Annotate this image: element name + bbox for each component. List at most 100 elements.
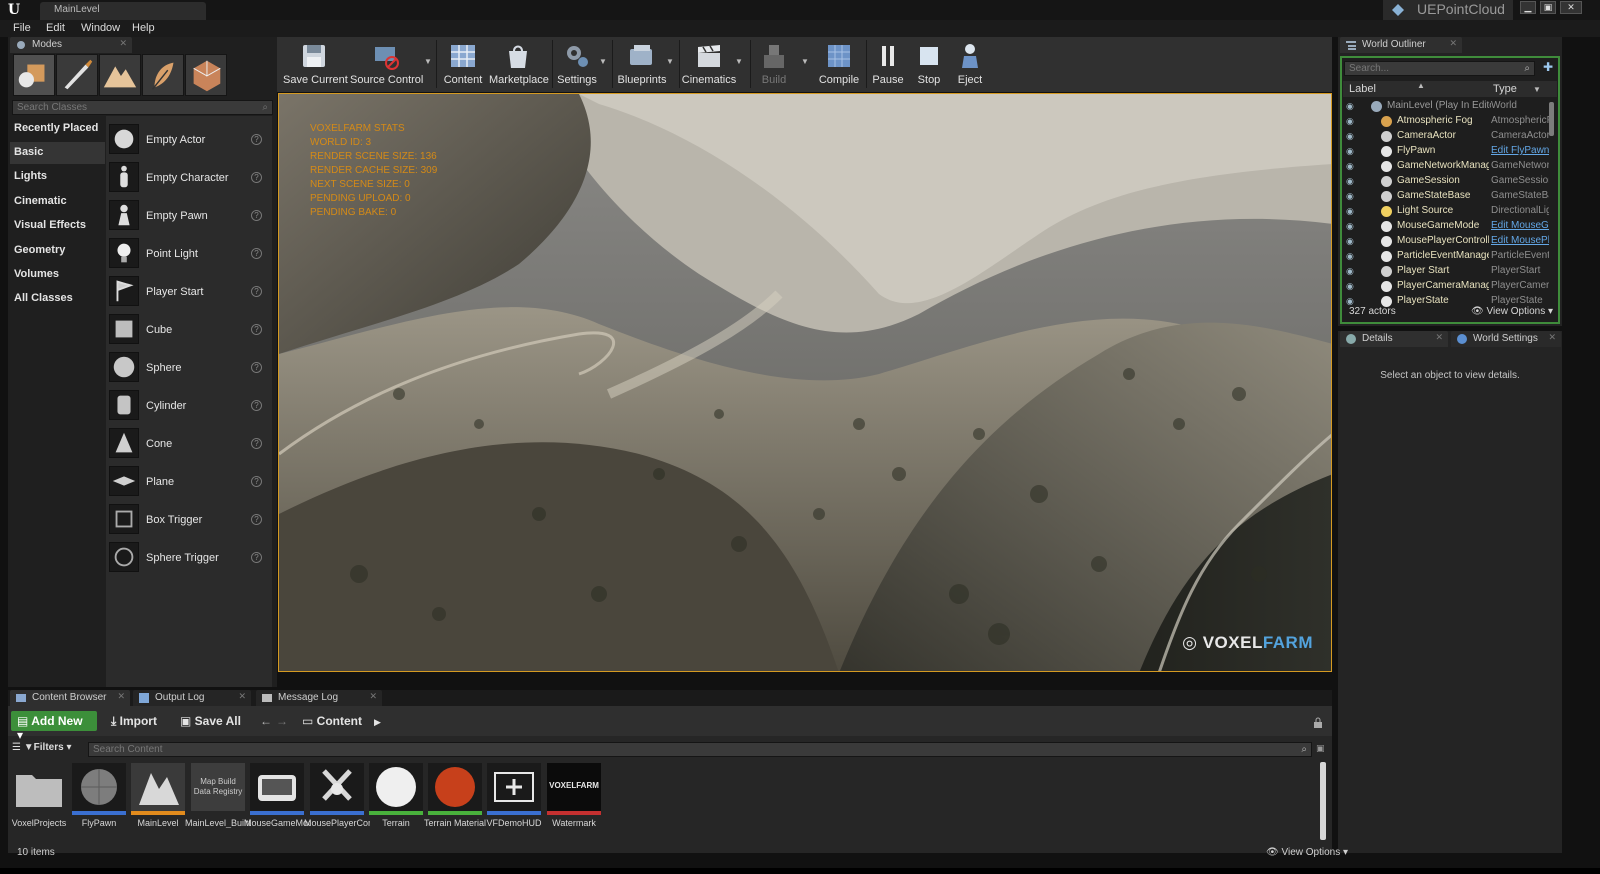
search-classes-input[interactable]: Search Classes ⌕ — [12, 100, 273, 115]
help-icon[interactable]: ? — [251, 438, 262, 449]
world-settings-tab[interactable]: World Settings ✕ — [1451, 331, 1561, 347]
maximize-button[interactable]: ▣ — [1540, 1, 1556, 14]
asset-tile[interactable]: VoxelProjects — [12, 763, 66, 835]
build-dropdown-icon[interactable]: ▼ — [801, 57, 809, 66]
paint-mode-button[interactable] — [56, 54, 98, 96]
asset-tile[interactable]: Map Build Data Registry MainLevel_BuiltDa… — [185, 763, 251, 835]
tab-output-log[interactable]: Output Log ✕ — [133, 690, 251, 706]
visibility-eye-icon[interactable]: ◉ — [1346, 236, 1354, 247]
outliner-row[interactable]: ◉ GameStateBase GameStateBase — [1343, 189, 1549, 204]
class-item-empty-actor[interactable]: Empty Actor ? — [106, 121, 272, 159]
cinematics-button[interactable]: Cinematics — [681, 39, 737, 89]
compile-button[interactable]: Compile — [814, 39, 864, 89]
class-item-plane[interactable]: Plane ? — [106, 463, 272, 501]
outliner-row[interactable]: ◉ Light Source DirectionalLight — [1343, 204, 1549, 219]
category-lights[interactable]: Lights — [10, 166, 105, 188]
help-icon[interactable]: ? — [251, 476, 262, 487]
modes-tab[interactable]: Modes ✕ — [10, 37, 132, 53]
help-icon[interactable]: ? — [251, 514, 262, 525]
source-control-button[interactable]: Source Control — [350, 39, 423, 89]
close-tab-icon[interactable]: ✕ — [117, 691, 125, 702]
class-item-cylinder[interactable]: Cylinder ? — [106, 387, 272, 425]
content-button[interactable]: Content — [441, 39, 485, 89]
tab-content-browser[interactable]: Content Browser ✕ — [10, 690, 130, 706]
import-button[interactable]: ⤓ Import — [107, 711, 161, 731]
help-icon[interactable]: ? — [251, 552, 262, 563]
category-visual-effects[interactable]: Visual Effects — [10, 215, 105, 237]
source-panel-toggle-icon[interactable]: ☰ — [12, 742, 24, 753]
asset-tile[interactable]: Terrain — [369, 763, 423, 835]
landscape-mode-button[interactable] — [99, 54, 141, 96]
path-content-breadcrumb[interactable]: ▭ Content — [298, 711, 366, 731]
outliner-row[interactable]: ◉ PlayerCameraManagerPlayerCameraManager — [1343, 279, 1549, 294]
lock-icon[interactable] — [1313, 717, 1323, 732]
search-content-input[interactable]: Search Content ⌕ — [88, 742, 1312, 757]
path-chevron-icon[interactable]: ▶ — [370, 714, 385, 734]
edit-blueprint-link[interactable]: Edit MouseGameMode — [1491, 220, 1549, 231]
visibility-eye-icon[interactable]: ◉ — [1346, 281, 1354, 292]
asset-tile[interactable]: MainLevel — [131, 763, 185, 835]
settings-button[interactable]: Settings — [555, 39, 599, 89]
class-item-cube[interactable]: Cube ? — [106, 311, 272, 349]
details-tab[interactable]: Details ✕ — [1340, 331, 1448, 347]
visibility-eye-icon[interactable]: ◉ — [1346, 251, 1354, 262]
settings-dropdown-icon[interactable]: ▼ — [599, 57, 607, 66]
category-basic[interactable]: Basic — [10, 142, 105, 164]
visibility-eye-icon[interactable]: ◉ — [1346, 146, 1354, 157]
help-icon[interactable]: ? — [251, 134, 262, 145]
asset-tile[interactable]: VFDemoHUD — [486, 763, 542, 835]
class-item-sphere-trigger[interactable]: Sphere Trigger ? — [106, 539, 272, 577]
add-filter-icon[interactable]: ✚ — [1540, 60, 1556, 76]
close-tab-icon[interactable]: ✕ — [1449, 38, 1457, 49]
visibility-eye-icon[interactable]: ◉ — [1346, 161, 1354, 172]
pause-button[interactable]: Pause — [869, 39, 907, 89]
marketplace-button[interactable]: Marketplace — [489, 39, 549, 89]
history-forward-button[interactable]: → — [272, 711, 292, 731]
category-geometry[interactable]: Geometry — [10, 240, 105, 262]
close-tab-icon[interactable]: ✕ — [238, 691, 246, 702]
edit-blueprint-link[interactable]: Edit FlyPawn — [1491, 145, 1549, 156]
blueprints-dropdown-icon[interactable]: ▼ — [666, 57, 674, 66]
class-item-empty-character[interactable]: Empty Character ? — [106, 159, 272, 197]
help-icon[interactable]: ? — [251, 286, 262, 297]
outliner-row[interactable]: ◉ ParticleEventManagerParticleEventManage… — [1343, 249, 1549, 264]
visibility-eye-icon[interactable]: ◉ — [1346, 221, 1354, 232]
menu-file[interactable]: File — [13, 22, 31, 34]
outliner-row[interactable]: ◉ GameSession GameSession — [1343, 174, 1549, 189]
add-new-button[interactable]: ▤ Add New ▾ — [11, 711, 97, 742]
outliner-view-options-button[interactable]: 👁 View Options ▾ — [1471, 306, 1553, 317]
content-browser-scrollbar[interactable] — [1320, 762, 1326, 840]
help-icon[interactable]: ? — [251, 324, 262, 335]
edit-blueprint-link[interactable]: Edit MousePlayerController — [1491, 235, 1549, 246]
help-icon[interactable]: ? — [251, 400, 262, 411]
save-current-button[interactable]: Save Current — [283, 39, 348, 89]
outliner-search-input[interactable]: Search... ⌕ — [1344, 61, 1535, 76]
category-recently-placed[interactable]: Recently Placed — [10, 118, 105, 140]
outliner-row[interactable]: ◉ MousePlayerControllerEdit MousePlayerCo… — [1343, 234, 1549, 249]
filters-button[interactable]: ☰ ▼Filters ▾ — [12, 742, 84, 758]
close-tab-icon[interactable]: ✕ — [369, 691, 377, 702]
minimize-button[interactable]: ▁ — [1520, 1, 1536, 14]
outliner-row[interactable]: ◉ GameNetworkManagerGameNetworkManager — [1343, 159, 1549, 174]
source-control-dropdown-icon[interactable]: ▼ — [424, 57, 432, 66]
class-item-sphere[interactable]: Sphere ? — [106, 349, 272, 387]
world-outliner-tab[interactable]: World Outliner ✕ — [1340, 37, 1462, 53]
visibility-eye-icon[interactable]: ◉ — [1346, 176, 1354, 187]
visibility-eye-icon[interactable]: ◉ — [1346, 116, 1354, 127]
close-tab-icon[interactable]: ✕ — [1548, 332, 1556, 343]
place-mode-button[interactable] — [13, 54, 55, 96]
content-view-options-button[interactable]: 👁 View Options ▾ — [1266, 847, 1348, 858]
class-item-cone[interactable]: Cone ? — [106, 425, 272, 463]
asset-tile[interactable]: MousePlayerController — [304, 763, 370, 835]
asset-tile[interactable]: Terrain Material — [424, 763, 486, 835]
visibility-eye-icon[interactable]: ◉ — [1346, 206, 1354, 217]
outliner-row[interactable]: ◉ MainLevel (Play In Editor) World — [1343, 99, 1549, 114]
visibility-eye-icon[interactable]: ◉ — [1346, 191, 1354, 202]
class-item-empty-pawn[interactable]: Empty Pawn ? — [106, 197, 272, 235]
class-item-point-light[interactable]: Point Light ? — [106, 235, 272, 273]
asset-tile[interactable]: VOXELFARM Watermark — [547, 763, 601, 835]
outliner-row[interactable]: ◉ CameraActor CameraActor — [1343, 129, 1549, 144]
menu-help[interactable]: Help — [132, 22, 155, 34]
close-tab-icon[interactable]: ✕ — [119, 38, 127, 49]
close-tab-icon[interactable]: ✕ — [1435, 332, 1443, 343]
